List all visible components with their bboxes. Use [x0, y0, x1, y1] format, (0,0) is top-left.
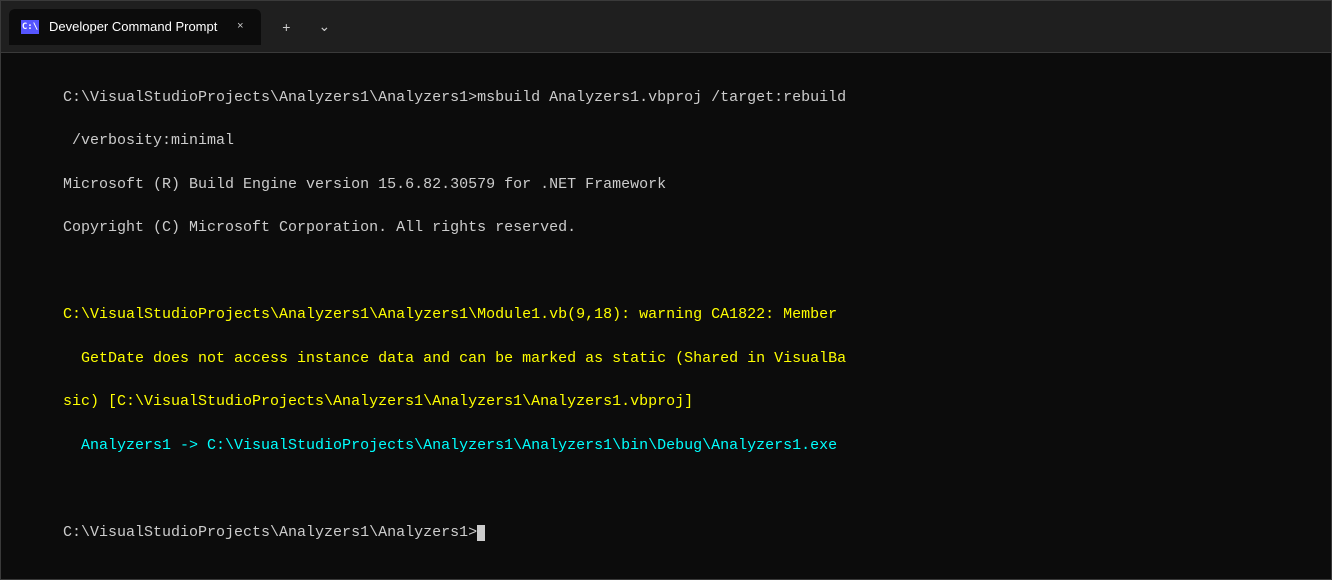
info-line-1: Analyzers1 -> C:\VisualStudioProjects\An… [63, 437, 837, 454]
cursor [477, 525, 485, 541]
active-tab[interactable]: C:\ Developer Command Prompt × [9, 9, 261, 45]
title-bar: C:\ Developer Command Prompt × + ⌄ [1, 1, 1331, 53]
warning-line-1: C:\VisualStudioProjects\Analyzers1\Analy… [63, 306, 837, 323]
command-line-cont: /verbosity:minimal [63, 132, 234, 149]
tab-title: Developer Command Prompt [49, 19, 217, 34]
terminal-icon: C:\ [21, 20, 39, 34]
tab-close-button[interactable]: × [231, 18, 249, 36]
prompt-line: C:\VisualStudioProjects\Analyzers1\Analy… [63, 524, 477, 541]
command-line: C:\VisualStudioProjects\Analyzers1\Analy… [63, 89, 846, 106]
warning-line-2: GetDate does not access instance data an… [63, 350, 846, 367]
build-engine-line: Microsoft (R) Build Engine version 15.6.… [63, 176, 666, 193]
terminal-window: C:\ Developer Command Prompt × + ⌄ C:\Vi… [0, 0, 1332, 580]
terminal-body[interactable]: C:\VisualStudioProjects\Analyzers1\Analy… [1, 53, 1331, 579]
copyright-line: Copyright (C) Microsoft Corporation. All… [63, 219, 576, 236]
dropdown-button[interactable]: ⌄ [307, 10, 341, 44]
terminal-output: C:\VisualStudioProjects\Analyzers1\Analy… [9, 65, 1323, 565]
title-bar-actions: + ⌄ [269, 10, 341, 44]
warning-line-3: sic) [C:\VisualStudioProjects\Analyzers1… [63, 393, 693, 410]
new-tab-button[interactable]: + [269, 10, 303, 44]
